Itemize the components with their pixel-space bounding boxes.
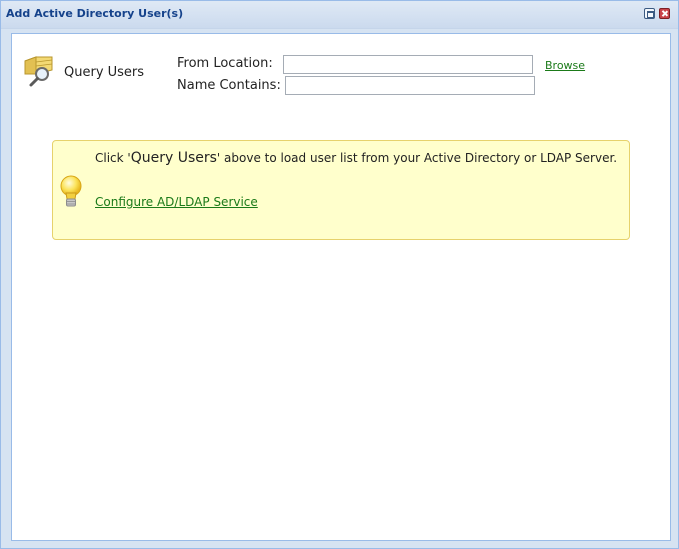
close-icon[interactable] xyxy=(659,8,670,19)
lightbulb-icon xyxy=(58,174,84,210)
from-location-label: From Location: xyxy=(177,56,273,71)
from-location-input[interactable] xyxy=(283,55,533,74)
maximize-icon[interactable] xyxy=(644,8,655,19)
hint-prefix: Click ' xyxy=(95,151,131,165)
configure-ad-ldap-link[interactable]: Configure AD/LDAP Service xyxy=(95,195,258,209)
add-ad-users-window: Add Active Directory User(s) Query Users… xyxy=(0,0,679,549)
query-users-button[interactable]: Query Users xyxy=(64,65,144,80)
browse-link[interactable]: Browse xyxy=(545,59,585,72)
name-contains-input[interactable] xyxy=(285,76,535,95)
window-body: Query Users From Location: Browse Name C… xyxy=(11,33,671,541)
hint-message: Click 'Query Users' above to load user l… xyxy=(95,150,617,166)
name-contains-label: Name Contains: xyxy=(177,78,281,93)
window-title: Add Active Directory User(s) xyxy=(6,7,184,20)
hint-panel: Click 'Query Users' above to load user l… xyxy=(52,140,630,240)
hint-query-users: Query Users xyxy=(130,150,217,166)
query-users-icon[interactable] xyxy=(22,54,56,88)
hint-suffix: ' above to load user list from your Acti… xyxy=(216,151,618,165)
title-bar[interactable]: Add Active Directory User(s) xyxy=(1,1,678,29)
